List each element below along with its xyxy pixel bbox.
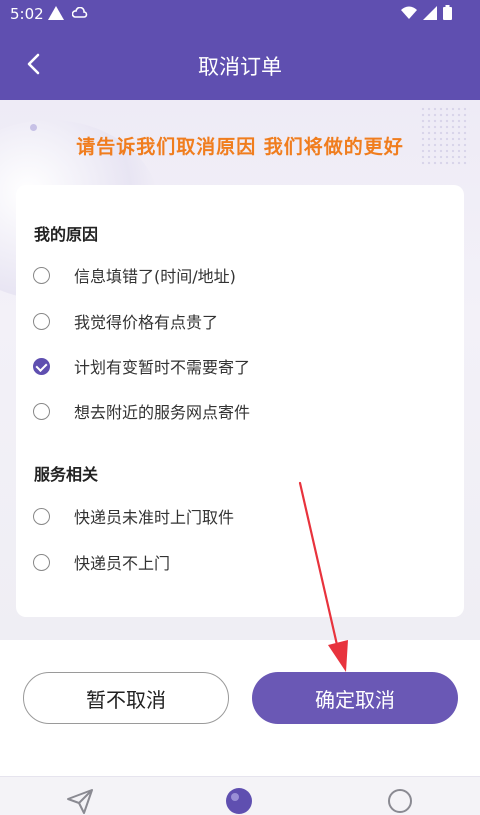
decorative-dot <box>30 124 37 131</box>
query-icon[interactable] <box>225 787 253 815</box>
radio-unchecked-icon[interactable] <box>33 553 50 571</box>
reason-option[interactable]: 我觉得价格有点贵了 <box>32 306 448 336</box>
reason-label: 想去附近的服务网点寄件 <box>74 403 251 422</box>
reasons-card: 我的原因 信息填错了(时间/地址) 我觉得价格有点贵了 计划有变暂时不需要寄了 … <box>16 185 464 617</box>
tab-bar <box>0 776 480 814</box>
radio-checked-icon[interactable] <box>33 357 50 375</box>
reason-option[interactable]: 快递员不上门 <box>32 547 448 577</box>
slogan: 请告诉我们取消原因 我们将做的更好 <box>76 136 404 158</box>
status-time: 5:02 <box>10 5 44 23</box>
reason-option[interactable]: 快递员未准时上门取件 <box>32 501 448 531</box>
profile-icon[interactable] <box>386 787 414 815</box>
section-title-service: 服务相关 <box>34 465 99 484</box>
reason-option[interactable]: 信息填错了(时间/地址) <box>32 260 448 290</box>
warning-icon <box>48 6 64 20</box>
section-title-my-reason: 我的原因 <box>34 225 99 244</box>
reason-label: 快递员未准时上门取件 <box>74 508 235 527</box>
send-icon[interactable] <box>66 787 94 815</box>
radio-unchecked-icon[interactable] <box>33 507 50 525</box>
status-bar: 5:02 <box>0 0 480 27</box>
reason-option-selected[interactable]: 计划有变暂时不需要寄了 <box>32 351 448 381</box>
cloud-icon <box>72 7 88 18</box>
reason-label: 计划有变暂时不需要寄了 <box>74 358 251 377</box>
keep-order-button[interactable]: 暂不取消 <box>23 672 229 724</box>
title-bar: 取消订单 <box>0 27 480 100</box>
reason-option[interactable]: 想去附近的服务网点寄件 <box>32 396 448 426</box>
action-footer: 暂不取消 确定取消 <box>0 640 480 776</box>
radio-unchecked-icon[interactable] <box>33 266 50 284</box>
reason-label: 我觉得价格有点贵了 <box>74 313 219 332</box>
wifi-icon <box>401 6 417 19</box>
radio-unchecked-icon[interactable] <box>33 402 50 420</box>
page-title: 取消订单 <box>198 55 282 79</box>
reason-label: 信息填错了(时间/地址) <box>74 267 236 286</box>
annotation-arrow <box>298 481 348 672</box>
battery-icon <box>443 5 452 20</box>
radio-unchecked-icon[interactable] <box>33 312 50 330</box>
signal-icon <box>423 5 437 20</box>
reason-label: 快递员不上门 <box>74 554 171 573</box>
